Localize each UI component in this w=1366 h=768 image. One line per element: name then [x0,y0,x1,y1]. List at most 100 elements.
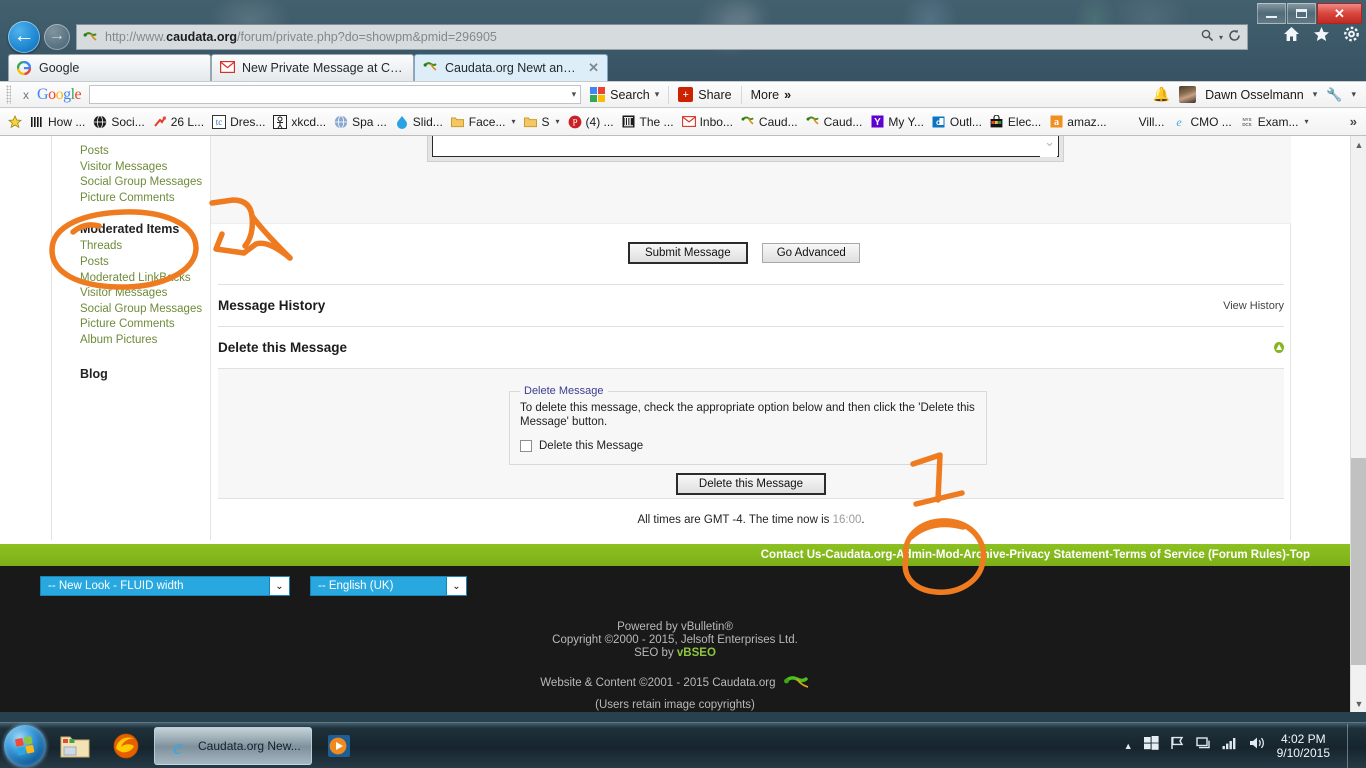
google-share-button[interactable]: + Share [669,84,740,106]
chevron-down-icon[interactable]: ▾ [572,89,577,100]
sidebar-item-moderated-visitor-messages[interactable]: Visitor Messages [80,286,210,302]
address-bar[interactable]: http://www.caudata.org/forum/private.php… [76,24,1248,50]
sidebar-item-visitor-messages[interactable]: Visitor Messages [80,160,210,176]
volume-icon[interactable] [1249,736,1266,755]
bookmarks-overflow-chevron[interactable]: » [1350,114,1362,129]
signal-bars-icon[interactable] [1222,736,1238,755]
bookmark-outlook[interactable]: o Outl... [928,111,986,133]
show-hidden-icons-arrow[interactable]: ▲ [1124,741,1133,751]
sidebar-item-posts[interactable]: Posts [80,144,210,160]
bookmark-my-yahoo[interactable]: Y My Y... [866,111,928,133]
bookmark-caudata-2[interactable]: Caud... [802,111,867,133]
bookmark-pinterest[interactable]: P (4) ... [564,111,618,133]
chevron-down-icon[interactable]: ▾ [1313,89,1318,100]
delete-this-message-button[interactable]: Delete this Message [676,473,826,495]
sidebar-item-social-group-messages[interactable]: Social Group Messages [80,175,210,191]
close-icon[interactable]: ✕ [588,60,599,76]
bookmark-cmo[interactable]: e CMO ... [1168,111,1235,133]
sidebar-item-album-pictures[interactable]: Album Pictures [80,333,210,349]
bookmark-the[interactable]: The ... [618,111,678,133]
footer-link-terms-of-service[interactable]: Terms of Service (Forum Rules) [1113,549,1286,561]
scrollbar-thumb[interactable] [1351,458,1366,665]
footer-link-archive[interactable]: Archive [963,549,1005,561]
bookmark-slid[interactable]: Slid... [391,111,447,133]
bookmark-26l[interactable]: 26 L... [149,111,208,133]
submit-message-button[interactable]: Submit Message [627,242,748,264]
sidebar-item-moderated-picture-comments[interactable]: Picture Comments [80,317,210,333]
tab-new-private-message[interactable]: New Private Message at Cauda... [211,54,414,81]
bookmark-amazon[interactable]: a amaz... [1045,111,1110,133]
search-magnifier-icon[interactable] [1201,29,1214,45]
bookmark-folder-s[interactable]: S ▾ [520,111,564,133]
chevron-down-icon[interactable]: ⌄ [1044,136,1055,150]
delete-message-checkbox-row[interactable]: Delete this Message [520,440,976,452]
chevron-down-icon[interactable]: ▾ [1351,89,1356,100]
sidebar-item-moderated-linkbacks[interactable]: Moderated LinkBacks [80,271,210,287]
wrench-settings-icon[interactable]: 🔧 [1326,87,1342,103]
google-more-button[interactable]: More » [742,84,800,106]
home-icon[interactable] [1283,26,1300,42]
vbseo-link[interactable]: vBSEO [677,647,716,659]
chevron-down-icon[interactable]: ▾ [1304,117,1308,126]
forward-button[interactable]: → [44,24,70,50]
taskbar-clock[interactable]: 4:02 PM 9/10/2015 [1277,732,1330,760]
toolbar-close-button[interactable]: x [15,88,37,102]
bookmark-folder-face[interactable]: Face... ▾ [447,111,520,133]
style-chooser-select[interactable]: -- New Look - FLUID width ⌄ [40,576,290,596]
chevron-down-icon[interactable]: ▾ [556,117,560,126]
taskbar-item-firefox[interactable] [104,727,148,765]
settings-gear-icon[interactable] [1343,26,1360,42]
scroll-up-arrow-icon[interactable]: ▲ [1351,136,1366,153]
sidebar-item-picture-comments[interactable]: Picture Comments [80,191,210,207]
favorites-star-icon[interactable] [1313,26,1330,42]
windows-flag-icon[interactable] [1143,736,1159,755]
taskbar-item-caudata[interactable]: e Caudata.org New... [154,726,312,765]
favorites-star-icon[interactable] [4,111,26,133]
taskbar-item-media-player[interactable] [318,727,360,765]
bookmark-soci[interactable]: Soci... [89,111,148,133]
google-search-button[interactable]: Search ▾ [581,84,668,106]
bookmark-inbox[interactable]: Inbo... [678,111,737,133]
bookmark-xkcd[interactable]: xkcd... [269,111,330,133]
footer-link-caudata-org[interactable]: Caudata.org [825,549,892,561]
footer-link-contact-us[interactable]: Contact Us [761,549,822,561]
chevron-down-icon[interactable]: ⌄ [446,577,466,595]
action-center-flag-icon[interactable] [1170,736,1185,755]
show-desktop-button[interactable] [1347,723,1356,768]
footer-link-top[interactable]: Top [1290,549,1310,561]
network-icon[interactable] [1195,736,1211,755]
google-toolbar-search-input[interactable]: ▾ [89,85,582,104]
scroll-down-arrow-icon[interactable]: ▼ [1351,695,1366,712]
bookmark-caudata-1[interactable]: Caud... [737,111,802,133]
tab-google[interactable]: Google [8,54,211,81]
chevron-down-icon[interactable]: ⌄ [269,577,289,595]
page-scrollbar[interactable]: ▲ ▼ [1350,136,1366,712]
sidebar-item-moderated-social-group-messages[interactable]: Social Group Messages [80,302,210,318]
start-button[interactable] [4,724,46,767]
bookmark-how[interactable]: How ... [26,111,89,133]
back-button[interactable]: ← [8,21,40,53]
message-textarea[interactable]: ⌄ [432,136,1059,157]
chevron-down-icon[interactable]: ▾ [1219,33,1223,42]
avatar[interactable] [1179,86,1197,103]
tab-caudata-org[interactable]: Caudata.org Newt and Sala... ✕ [414,54,608,81]
sidebar-item-moderated-posts[interactable]: Posts [80,255,210,271]
sidebar-item-threads[interactable]: Threads [80,239,210,255]
delete-message-checkbox[interactable] [520,440,532,452]
view-history-link[interactable]: View History [1223,300,1284,312]
taskbar-item-explorer[interactable] [52,727,98,765]
bookmark-spa[interactable]: Spa ... [330,111,391,133]
bookmark-dres[interactable]: tc Dres... [208,111,269,133]
refresh-icon[interactable] [1228,29,1241,45]
collapse-up-arrow-icon[interactable]: ▲ [1274,342,1284,353]
footer-link-privacy-statement[interactable]: Privacy Statement [1009,549,1109,561]
language-chooser-select[interactable]: -- English (UK) ⌄ [310,576,467,596]
footer-link-admin[interactable]: Admin [896,549,932,561]
bookmark-elec[interactable]: Elec... [986,111,1045,133]
footer-link-mod[interactable]: Mod [936,549,960,561]
notifications-bell-icon[interactable]: 🔔 [1153,86,1170,103]
bookmark-exam[interactable]: NYS DCS Exam... ▾ [1236,111,1313,133]
bookmark-vill[interactable]: Vill... [1135,111,1169,133]
go-advanced-button[interactable]: Go Advanced [762,243,861,263]
chevron-down-icon[interactable]: ▾ [655,89,660,100]
